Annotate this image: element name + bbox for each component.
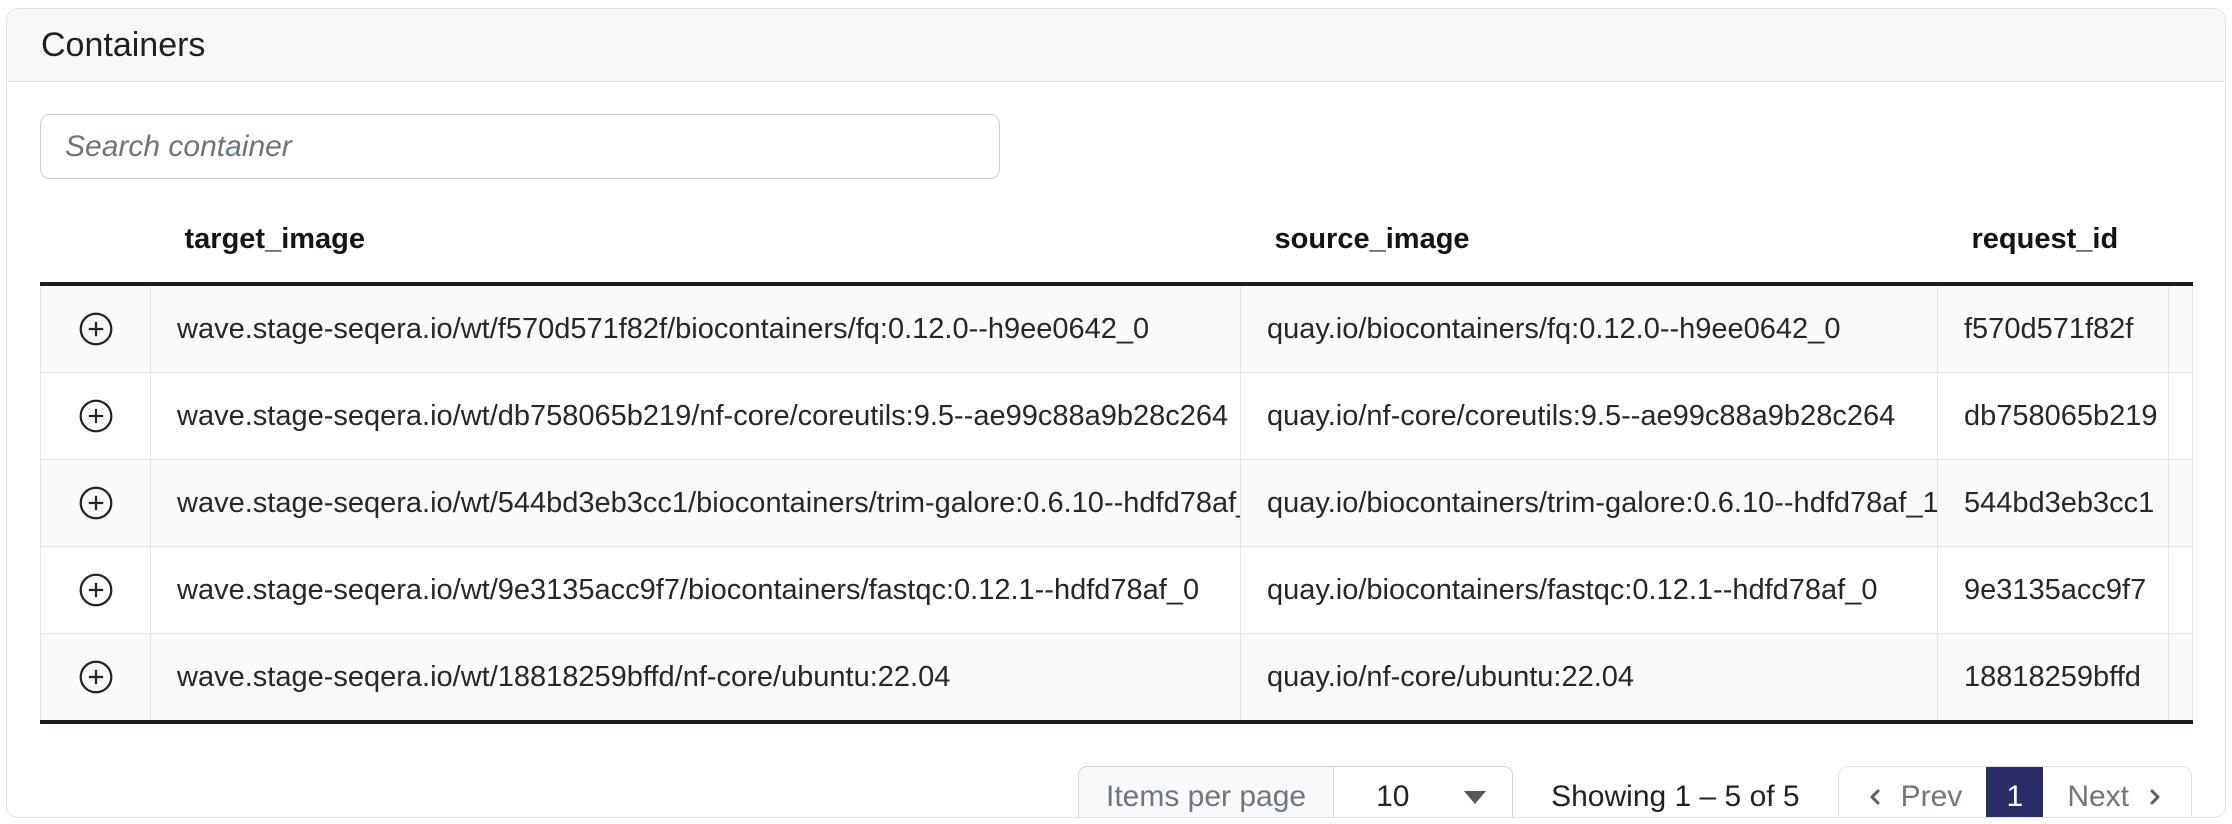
target-image-cell: wave.stage-seqera.io/wt/18818259bffd/nf-… xyxy=(151,634,1241,723)
circled-plus-icon xyxy=(78,486,114,518)
page-title: Containers xyxy=(41,26,205,65)
target-image-cell: wave.stage-seqera.io/wt/f570d571f82f/bio… xyxy=(151,284,1241,373)
request-id-cell: f570d571f82f xyxy=(1938,284,2169,373)
request-id-cell: 544bd3eb3cc1 xyxy=(1938,460,2169,547)
chevron-right-icon xyxy=(2143,785,2167,809)
source-image-cell: quay.io/nf-core/coreutils:9.5--ae99c88a9… xyxy=(1241,373,1938,460)
request-id-cell: 18818259bffd xyxy=(1938,634,2169,723)
table-row: wave.stage-seqera.io/wt/18818259bffd/nf-… xyxy=(41,634,2193,723)
expand-row-button[interactable] xyxy=(41,284,151,373)
page-1-button[interactable]: 1 xyxy=(1986,767,2043,818)
sliver-cell xyxy=(2169,460,2193,547)
next-page-button[interactable]: Next xyxy=(2043,767,2191,818)
chevron-left-icon xyxy=(1863,785,1887,809)
showing-range-text: Showing 1 – 5 of 5 xyxy=(1551,780,1800,814)
prev-page-button[interactable]: Prev xyxy=(1839,767,1987,818)
expand-row-button[interactable] xyxy=(41,373,151,460)
next-label: Next xyxy=(2067,780,2129,814)
circled-plus-icon xyxy=(78,660,114,692)
items-per-page-label: Items per page xyxy=(1079,767,1334,818)
table-row: wave.stage-seqera.io/wt/544bd3eb3cc1/bio… xyxy=(41,460,2193,547)
containers-table: target_image source_image request_id xyxy=(40,179,2193,724)
sliver-cell xyxy=(2169,373,2193,460)
target-image-cell: wave.stage-seqera.io/wt/544bd3eb3cc1/bio… xyxy=(151,460,1241,547)
page-size-select[interactable]: 10 xyxy=(1334,767,1512,818)
sliver-cell xyxy=(2169,547,2193,634)
card-header: Containers xyxy=(7,9,2225,82)
table-row: wave.stage-seqera.io/wt/9e3135acc9f7/bio… xyxy=(41,547,2193,634)
page-size-value: 10 xyxy=(1376,780,1409,814)
expand-row-button[interactable] xyxy=(41,460,151,547)
sliver-cell xyxy=(2169,634,2193,723)
expand-row-button[interactable] xyxy=(41,547,151,634)
column-header-target-image: target_image xyxy=(151,179,1241,284)
column-header-request-id: request_id xyxy=(1938,179,2169,284)
circled-plus-icon xyxy=(78,399,114,431)
sliver-cell xyxy=(2169,284,2193,373)
caret-down-icon xyxy=(1464,791,1486,804)
prev-label: Prev xyxy=(1901,780,1963,814)
request-id-cell: 9e3135acc9f7 xyxy=(1938,547,2169,634)
search-input[interactable] xyxy=(40,114,1000,179)
expand-row-button[interactable] xyxy=(41,634,151,723)
column-header-expand xyxy=(41,179,151,284)
source-image-cell: quay.io/biocontainers/trim-galore:0.6.10… xyxy=(1241,460,1938,547)
column-header-source-image: source_image xyxy=(1241,179,1938,284)
circled-plus-icon xyxy=(78,312,114,344)
pagination-bar: Items per page 10 Showing 1 – 5 of 5 Pre… xyxy=(40,766,2192,818)
target-image-cell: wave.stage-seqera.io/wt/db758065b219/nf-… xyxy=(151,373,1241,460)
source-image-cell: quay.io/biocontainers/fq:0.12.0--h9ee064… xyxy=(1241,284,1938,373)
table-header-row: target_image source_image request_id xyxy=(41,179,2193,284)
source-image-cell: quay.io/biocontainers/fastqc:0.12.1--hdf… xyxy=(1241,547,1938,634)
column-header-sliver xyxy=(2169,179,2193,284)
pager: Prev 1 Next xyxy=(1838,766,2192,818)
source-image-cell: quay.io/nf-core/ubuntu:22.04 xyxy=(1241,634,1938,723)
circled-plus-icon xyxy=(78,573,114,605)
target-image-cell: wave.stage-seqera.io/wt/9e3135acc9f7/bio… xyxy=(151,547,1241,634)
request-id-cell: db758065b219 xyxy=(1938,373,2169,460)
card-body: target_image source_image request_id xyxy=(7,82,2225,818)
table-row: wave.stage-seqera.io/wt/db758065b219/nf-… xyxy=(41,373,2193,460)
containers-card: Containers target_image source_image req… xyxy=(6,8,2226,818)
table-row: wave.stage-seqera.io/wt/f570d571f82f/bio… xyxy=(41,284,2193,373)
items-per-page-group: Items per page 10 xyxy=(1078,766,1513,818)
table-body: wave.stage-seqera.io/wt/f570d571f82f/bio… xyxy=(41,284,2193,722)
